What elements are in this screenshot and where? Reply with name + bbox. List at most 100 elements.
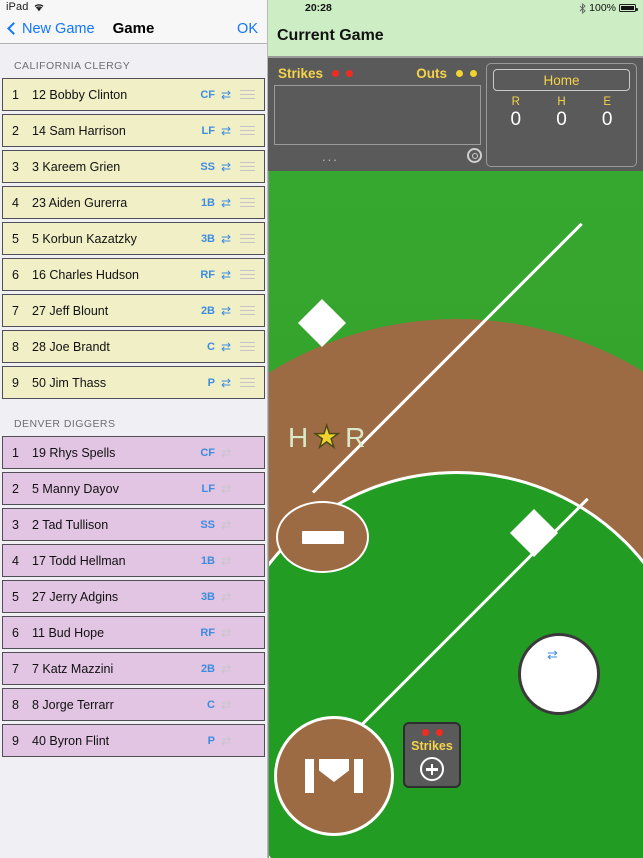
player-position: P: [207, 376, 215, 389]
swap-icon[interactable]: ⇄: [215, 590, 237, 604]
roster-row[interactable]: 5 5 Korbun Kazatzky 3B ⇄: [2, 222, 265, 255]
swap-icon[interactable]: ⇄: [215, 376, 237, 390]
roster-list[interactable]: CALIFORNIA CLERGY 1 12 Bobby Clinton CF ⇄ 2 14…: [0, 44, 267, 858]
reorder-handle-icon[interactable]: [237, 233, 257, 244]
reorder-handle-icon[interactable]: [237, 520, 257, 530]
player-name: 28 Joe Brandt: [32, 339, 110, 354]
roster-row[interactable]: 4 17 Todd Hellman 1B ⇄: [2, 544, 265, 577]
count-dot: [470, 69, 477, 77]
reorder-handle-icon[interactable]: [237, 377, 257, 388]
swap-icon[interactable]: ⇄: [215, 160, 237, 174]
roster-row[interactable]: 7 27 Jeff Blount 2B ⇄: [2, 294, 265, 327]
swap-icon[interactable]: ⇄: [215, 734, 237, 748]
pitchers-mound-minus-button[interactable]: [276, 501, 369, 573]
swap-icon[interactable]: ⇄: [215, 232, 237, 246]
more-options-button[interactable]: ...: [322, 149, 339, 164]
count-dot: [435, 729, 443, 736]
reorder-handle-icon[interactable]: [237, 664, 257, 674]
stat-column: R0: [493, 96, 539, 131]
reorder-handle-icon[interactable]: [237, 628, 257, 638]
hr-left-letter: H: [288, 421, 312, 453]
player-name: 5 Manny Dayov: [32, 481, 119, 496]
stat-column: E0: [584, 96, 630, 131]
count-row: Strikes Outs: [274, 63, 481, 83]
swap-icon[interactable]: ⇄: [215, 340, 237, 354]
player-name: 27 Jerry Adgins: [32, 589, 119, 604]
player-name: 3 Kareem Grien: [32, 159, 121, 174]
roster-row[interactable]: 6 16 Charles Hudson RF ⇄: [2, 258, 265, 291]
roster-row[interactable]: 5 27 Jerry Adgins 3B ⇄: [2, 580, 265, 613]
stat-key: E: [603, 96, 612, 108]
roster-row[interactable]: 3 2 Tad Tullison SS ⇄: [2, 508, 265, 541]
reorder-handle-icon[interactable]: [237, 269, 257, 280]
player-name: 23 Aiden Gurerra: [32, 195, 128, 210]
batting-order: 6: [12, 625, 19, 640]
home-team-button[interactable]: Home: [493, 69, 630, 91]
batting-order: 3: [12, 159, 19, 174]
baseball-field[interactable]: H ★ R ⇄ Strikes: [268, 171, 643, 858]
stat-column: H0: [539, 96, 585, 131]
rhe-stats: R0H0E0: [493, 96, 630, 131]
reorder-handle-icon[interactable]: [237, 161, 257, 172]
play-log-panel[interactable]: [274, 85, 481, 145]
swap-icon[interactable]: ⇄: [215, 518, 237, 532]
swap-icon[interactable]: ⇄: [215, 662, 237, 676]
swap-icon[interactable]: ⇄: [215, 626, 237, 640]
record-icon[interactable]: [467, 148, 482, 163]
roster-row[interactable]: 2 5 Manny Dayov LF ⇄: [2, 472, 265, 505]
home-plate-area[interactable]: [274, 716, 394, 836]
player-position: 1B: [200, 196, 215, 209]
outs-indicator: [456, 69, 477, 77]
swap-icon[interactable]: ⇄: [215, 446, 237, 460]
ok-button[interactable]: OK: [237, 21, 258, 37]
roster-row[interactable]: 9 50 Jim Thass P ⇄: [2, 366, 265, 399]
batting-order: 7: [12, 661, 19, 676]
batting-order: 1: [12, 87, 19, 102]
stat-value: 0: [601, 109, 613, 130]
roster-row[interactable]: 8 8 Jorge Terrarr C ⇄: [2, 688, 265, 721]
batter-swap-button[interactable]: ⇄: [518, 633, 600, 715]
reorder-handle-icon[interactable]: [237, 556, 257, 566]
roster-row[interactable]: 1 12 Bobby Clinton CF ⇄: [2, 78, 265, 111]
reorder-handle-icon[interactable]: [237, 197, 257, 208]
player-position: 1B: [200, 554, 215, 567]
reorder-handle-icon[interactable]: [237, 305, 257, 316]
batting-order: 7: [12, 303, 19, 318]
roster-row[interactable]: 4 23 Aiden Gurerra 1B ⇄: [2, 186, 265, 219]
reorder-handle-icon[interactable]: [237, 448, 257, 458]
stat-key: R: [511, 96, 520, 108]
reorder-handle-icon[interactable]: [237, 592, 257, 602]
ios-status-bar: 20:28 100%: [268, 0, 643, 16]
stat-value: 0: [510, 109, 522, 130]
player-position: 2B: [200, 662, 215, 675]
back-button[interactable]: New Game: [7, 21, 95, 37]
roster-row[interactable]: 9 40 Byron Flint P ⇄: [2, 724, 265, 757]
swap-icon[interactable]: ⇄: [215, 554, 237, 568]
roster-row[interactable]: 8 28 Joe Brandt C ⇄: [2, 330, 265, 363]
player-position: SS: [200, 518, 215, 531]
reorder-handle-icon[interactable]: [237, 700, 257, 710]
reorder-handle-icon[interactable]: [237, 125, 257, 136]
roster-row[interactable]: 1 19 Rhys Spells CF ⇄: [2, 436, 265, 469]
swap-icon[interactable]: ⇄: [215, 196, 237, 210]
swap-icon[interactable]: ⇄: [215, 124, 237, 138]
add-strike-widget[interactable]: Strikes: [403, 722, 461, 788]
device-label: iPad: [6, 1, 29, 13]
plus-icon[interactable]: [420, 757, 444, 781]
swap-icon[interactable]: ⇄: [215, 304, 237, 318]
player-name: 7 Katz Mazzini: [32, 661, 114, 676]
swap-icon[interactable]: ⇄: [215, 268, 237, 282]
roster-row[interactable]: 6 11 Bud Hope RF ⇄: [2, 616, 265, 649]
reorder-handle-icon[interactable]: [237, 736, 257, 746]
roster-row[interactable]: 2 14 Sam Harrison LF ⇄: [2, 114, 265, 147]
roster-row[interactable]: 3 3 Kareem Grien SS ⇄: [2, 150, 265, 183]
roster-row[interactable]: 7 7 Katz Mazzini 2B ⇄: [2, 652, 265, 685]
reorder-handle-icon[interactable]: [237, 341, 257, 352]
player-position: SS: [200, 160, 215, 173]
swap-icon[interactable]: ⇄: [215, 88, 237, 102]
swap-icon[interactable]: ⇄: [215, 698, 237, 712]
reorder-handle-icon[interactable]: [237, 484, 257, 494]
battery-percent: 100%: [589, 2, 616, 14]
swap-icon[interactable]: ⇄: [215, 482, 237, 496]
reorder-handle-icon[interactable]: [237, 89, 257, 100]
